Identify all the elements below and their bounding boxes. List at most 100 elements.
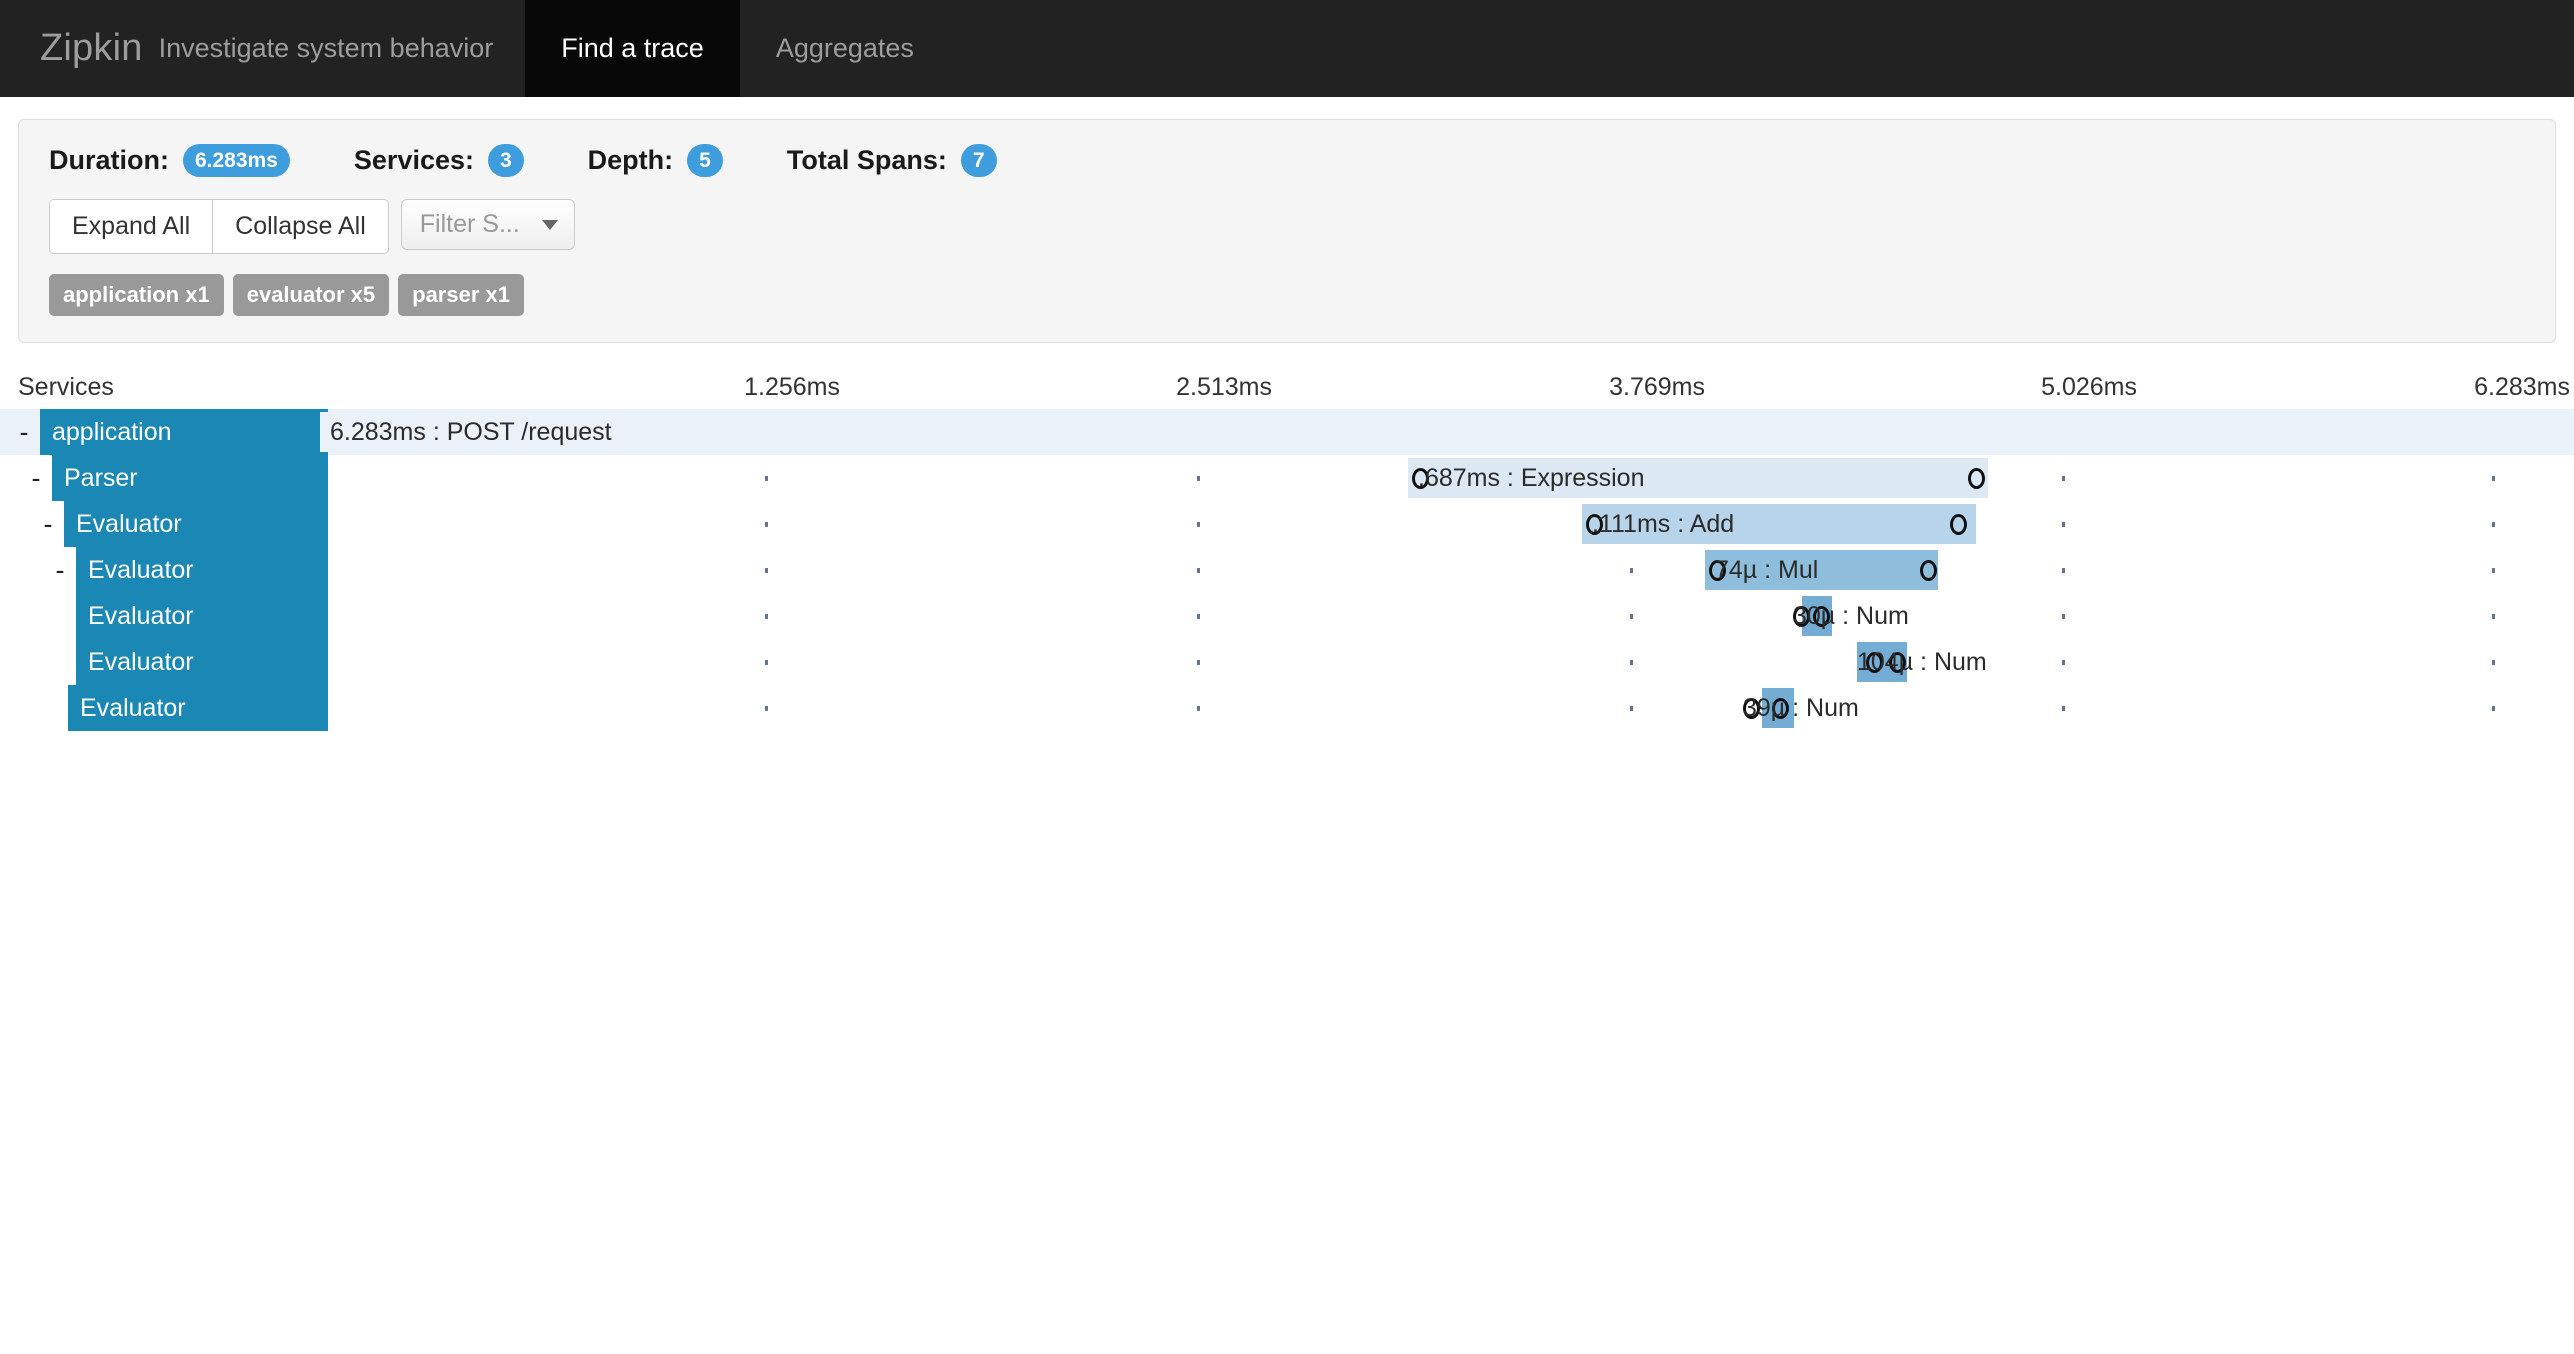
span-row[interactable]: Evaluator 39µ : Num	[0, 685, 2574, 731]
span-annotation-marker[interactable]	[1586, 514, 1603, 535]
span-annotation-marker[interactable]	[1889, 652, 1906, 673]
timeline-gridline-dot	[1197, 706, 1200, 711]
timeline-gridline-dot	[1197, 522, 1200, 527]
stat-depth-label: Depth:	[588, 145, 673, 176]
timeline-gridline-dot	[2062, 614, 2065, 619]
expand-toggle-icon[interactable]: -	[14, 409, 34, 455]
brand-tagline: Investigate system behavior	[159, 33, 494, 64]
trace-controls-row: Expand All Collapse All Filter S...	[49, 199, 2525, 254]
service-chip-evaluator[interactable]: evaluator x5	[233, 274, 389, 316]
top-navbar: Zipkin Investigate system behavior Find …	[0, 0, 2574, 97]
expand-toggle-icon[interactable]: -	[38, 501, 58, 547]
timeline-gridline-dot	[1197, 614, 1200, 619]
timeline-gridline-dot	[2062, 568, 2065, 573]
span-row[interactable]: -application6.283ms : POST /request	[0, 409, 2574, 455]
filter-service-select[interactable]: Filter S...	[401, 199, 575, 250]
span-annotation-marker[interactable]	[1968, 468, 1985, 489]
span-annotation-marker[interactable]	[1920, 560, 1937, 581]
timeline-tick-label: 6.283ms	[2474, 373, 2570, 402]
timeline-gridline-dot	[2492, 476, 2495, 481]
service-name-label[interactable]: Evaluator	[76, 639, 328, 685]
timeline-gridline-dot	[1197, 476, 1200, 481]
timeline-gridline-dot	[2062, 522, 2065, 527]
timeline-gridline-dot	[765, 706, 768, 711]
service-chip-parser[interactable]: parser x1	[398, 274, 524, 316]
timeline-gridline-dot	[2062, 706, 2065, 711]
timeline-gridline-dot	[765, 522, 768, 527]
timeline-tick-label: 5.026ms	[2041, 373, 2137, 402]
timeline-gridline-dot	[1630, 614, 1633, 619]
trace-summary-panel: Duration: 6.283ms Services: 3 Depth: 5 T…	[18, 119, 2556, 343]
stat-services-label: Services:	[354, 145, 474, 176]
timeline-gridline-dot	[2492, 568, 2495, 573]
span-annotation-marker[interactable]	[1772, 698, 1789, 719]
timeline-tick-label: 1.256ms	[744, 373, 840, 402]
nav-link-aggregates[interactable]: Aggregates	[740, 0, 950, 97]
trace-summary-wrapper: Duration: 6.283ms Services: 3 Depth: 5 T…	[0, 97, 2574, 343]
stat-depth: Depth: 5	[588, 144, 723, 177]
timeline-gridline-dot	[765, 660, 768, 665]
timeline-gridline-dot	[1630, 706, 1633, 711]
span-duration-bar[interactable]	[1705, 550, 1938, 590]
chevron-down-icon	[542, 220, 558, 230]
span-annotation-marker[interactable]	[1950, 514, 1967, 535]
span-annotation-marker[interactable]	[1866, 652, 1883, 673]
stat-duration: Duration: 6.283ms	[49, 144, 290, 177]
service-chip-application[interactable]: application x1	[49, 274, 224, 316]
timeline-gridline-dot	[1630, 660, 1633, 665]
span-annotation-marker[interactable]	[1793, 606, 1810, 627]
stat-total-spans: Total Spans: 7	[787, 144, 997, 177]
service-name-label[interactable]: Parser	[52, 455, 328, 501]
span-row[interactable]: Evaluator30µ : Num	[0, 593, 2574, 639]
stat-services: Services: 3	[354, 144, 524, 177]
timeline-ruler: Services 1.256ms2.513ms3.769ms5.026ms6.2…	[0, 367, 2574, 409]
stat-services-badge: 3	[488, 144, 524, 177]
trace-stats-row: Duration: 6.283ms Services: 3 Depth: 5 T…	[49, 144, 2525, 177]
trace-timeline: Services 1.256ms2.513ms3.769ms5.026ms6.2…	[0, 367, 2574, 731]
service-name-label[interactable]: Evaluator	[76, 593, 328, 639]
timeline-gridline-dot	[2492, 706, 2495, 711]
timeline-gridline-dot	[2492, 522, 2495, 527]
stat-total-spans-label: Total Spans:	[787, 145, 947, 176]
span-annotation-marker[interactable]	[1709, 560, 1726, 581]
span-annotation-marker[interactable]	[1813, 606, 1830, 627]
expand-collapse-button-group: Expand All Collapse All	[49, 199, 389, 254]
span-duration-bar[interactable]	[320, 412, 2570, 452]
span-annotation-marker[interactable]	[1743, 698, 1760, 719]
expand-toggle-icon[interactable]: -	[26, 455, 46, 501]
service-name-label[interactable]: Evaluator	[68, 685, 328, 731]
stat-total-spans-badge: 7	[961, 144, 997, 177]
timeline-gridline-dot	[2492, 660, 2495, 665]
expand-all-button[interactable]: Expand All	[49, 199, 213, 254]
span-rows-container: -application6.283ms : POST /request-Pars…	[0, 409, 2574, 731]
timeline-gridline-dot	[2062, 476, 2065, 481]
timeline-gridline-dot	[1630, 568, 1633, 573]
timeline-gridline-dot	[1197, 660, 1200, 665]
span-row[interactable]: Evaluator104µ : Num	[0, 639, 2574, 685]
service-name-label[interactable]: Evaluator	[76, 547, 328, 593]
service-name-label[interactable]: Evaluator	[64, 501, 328, 547]
span-row[interactable]: -Parser.687ms : Expression	[0, 455, 2574, 501]
brand-area[interactable]: Zipkin Investigate system behavior	[0, 0, 501, 97]
stat-depth-badge: 5	[687, 144, 723, 177]
span-annotation-marker[interactable]	[1412, 468, 1429, 489]
timeline-tick-label: 2.513ms	[1176, 373, 1272, 402]
span-label: 39µ : Num	[1743, 685, 1859, 731]
span-duration-bar[interactable]	[1582, 504, 1976, 544]
timeline-gridline-dot	[765, 614, 768, 619]
timeline-gridline-dot	[1197, 568, 1200, 573]
nav-link-find-a-trace[interactable]: Find a trace	[525, 0, 740, 97]
expand-toggle-icon[interactable]: -	[50, 547, 70, 593]
span-duration-bar[interactable]	[1408, 458, 1988, 498]
nav-links: Find a trace Aggregates	[525, 0, 950, 97]
timeline-gridline-dot	[2492, 614, 2495, 619]
filter-service-placeholder: Filter S...	[420, 210, 520, 239]
span-row[interactable]: -Evaluator.111ms : Add	[0, 501, 2574, 547]
timeline-gridline-dot	[2062, 660, 2065, 665]
brand-logo-text[interactable]: Zipkin	[40, 27, 143, 70]
service-name-label[interactable]: application	[40, 409, 328, 455]
services-column-header: Services	[18, 373, 114, 402]
timeline-gridline-dot	[765, 568, 768, 573]
span-row[interactable]: -Evaluator74µ : Mul	[0, 547, 2574, 593]
collapse-all-button[interactable]: Collapse All	[213, 199, 389, 254]
